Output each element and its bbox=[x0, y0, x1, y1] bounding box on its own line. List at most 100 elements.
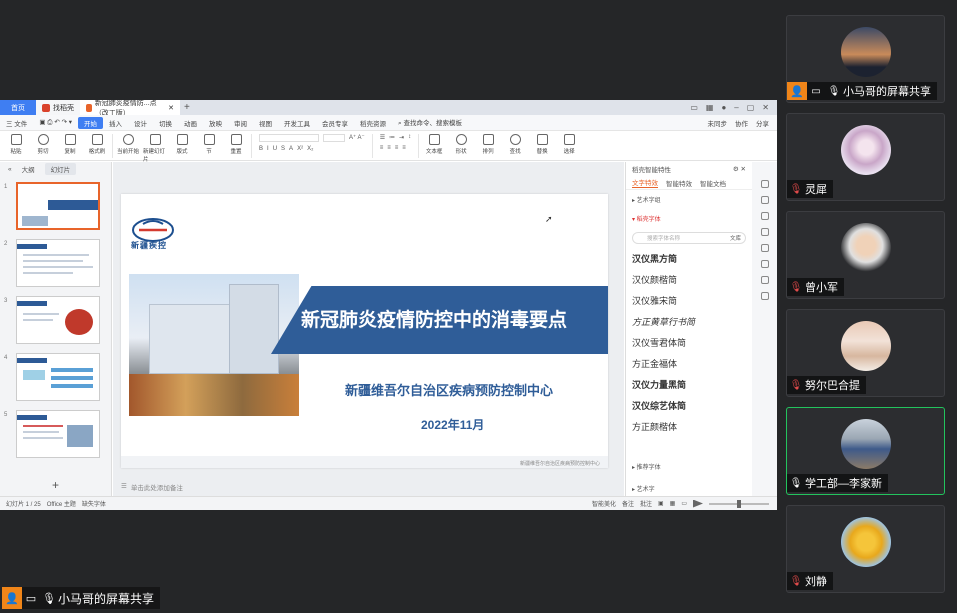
share-button[interactable]: 分享 bbox=[756, 118, 769, 128]
animation-icon[interactable] bbox=[760, 276, 769, 284]
tab-slides[interactable]: 幻灯片 bbox=[44, 163, 77, 175]
reset-button[interactable]: 重置 bbox=[224, 134, 248, 155]
menu-file[interactable]: 三 文件 bbox=[0, 118, 33, 128]
tab-smart-docs[interactable]: 智能文档 bbox=[700, 178, 726, 188]
slide-thumbnail[interactable]: 1 bbox=[4, 182, 108, 230]
grid-icon[interactable]: ▦ bbox=[706, 103, 714, 112]
shape-button[interactable]: 形状 bbox=[449, 134, 473, 155]
layout-button[interactable]: 版式 bbox=[170, 134, 194, 155]
arrange-button[interactable]: 排列 bbox=[476, 134, 500, 155]
zoom-slider[interactable] bbox=[709, 499, 769, 508]
minimize-icon[interactable]: – bbox=[734, 103, 738, 112]
add-slide-button[interactable]: + bbox=[52, 478, 59, 492]
participant-tile[interactable]: 🎙 曾小军 bbox=[786, 211, 945, 299]
participant-tile[interactable]: 👤 ▭ 🎙 小马哥的屏幕共享 bbox=[786, 15, 945, 103]
shared-screen[interactable]: 首页 找稻壳 新冠肺炎疫情防...点（改工版） ✕ + ▭ ▦ ● – ▢ ✕ 三… bbox=[0, 100, 777, 510]
numbering-icon[interactable]: ≔ bbox=[389, 134, 395, 141]
menu-home[interactable]: 开始 bbox=[78, 116, 104, 129]
participant-tile[interactable]: 🎙 灵犀 bbox=[786, 113, 945, 201]
font-item[interactable]: 汉仪力量黑简 bbox=[626, 374, 752, 395]
cut-button[interactable]: 剪切 bbox=[31, 134, 55, 155]
font-size-select[interactable] bbox=[323, 134, 345, 142]
participant-tile[interactable]: 🎙 努尔巴合提 bbox=[786, 309, 945, 397]
avatar-icon[interactable]: ● bbox=[721, 103, 726, 112]
panel-controls[interactable]: ⚙ ✕ bbox=[733, 165, 746, 173]
image-icon[interactable] bbox=[760, 212, 769, 220]
slide-thumbnail[interactable]: 3 bbox=[4, 296, 108, 344]
slide-thumbnail[interactable]: 2 bbox=[4, 239, 108, 287]
paste-button[interactable]: 粘贴 bbox=[4, 134, 28, 155]
sorter-view-icon[interactable]: ▦ bbox=[670, 500, 676, 507]
font-item[interactable]: 方正金福体 bbox=[626, 353, 752, 374]
font-item[interactable]: 汉仪黑方简 bbox=[626, 248, 752, 269]
missing-fonts[interactable]: 缺失字体 bbox=[82, 499, 106, 508]
participant-tile-speaking[interactable]: 🎙 学工部—李家新 bbox=[786, 407, 945, 495]
tab-text-effects[interactable]: 文字特效 bbox=[632, 177, 658, 188]
play-icon[interactable] bbox=[693, 499, 703, 508]
library-button[interactable]: 文库 bbox=[730, 234, 741, 242]
font-item[interactable]: 汉仪颜楷简 bbox=[626, 269, 752, 290]
participant-tile[interactable]: 🎙 刘静 bbox=[786, 505, 945, 593]
box-icon[interactable] bbox=[760, 292, 769, 300]
bullets-icon[interactable]: ☰ bbox=[380, 134, 385, 141]
menu-developer[interactable]: 开发工具 bbox=[278, 118, 316, 128]
menu-design[interactable]: 设计 bbox=[128, 118, 153, 128]
slide-thumbnail[interactable]: 4 bbox=[4, 353, 108, 401]
slide-canvas[interactable]: 新疆疾控 新冠肺炎疫情防控中的消毒要点 新疆维吾尔自治区疾病预防控制中心 202… bbox=[113, 162, 624, 496]
indent-icon[interactable]: ⇥ bbox=[399, 134, 404, 141]
smart-icon[interactable] bbox=[760, 260, 769, 268]
replace-button[interactable]: 替换 bbox=[530, 134, 554, 155]
font-grow-icon[interactable]: A⁺ A⁻ bbox=[349, 134, 365, 142]
align-right-icon[interactable]: ≡ bbox=[395, 145, 399, 151]
find-button[interactable]: 查找 bbox=[503, 134, 527, 155]
slide-thumbnail[interactable]: 5 bbox=[4, 410, 108, 458]
bold-icon[interactable]: B bbox=[259, 146, 263, 152]
font-search-input[interactable]: 搜索字体名称 文库 bbox=[632, 232, 746, 244]
line-spacing-icon[interactable]: ↕ bbox=[408, 134, 411, 141]
italic-icon[interactable]: I bbox=[267, 146, 269, 152]
menu-member[interactable]: 会员专享 bbox=[316, 118, 354, 128]
properties-icon[interactable] bbox=[760, 180, 769, 188]
comments-button[interactable]: 批注 bbox=[640, 499, 652, 508]
section-recommended-fonts[interactable]: ▸ 推荐字体 bbox=[632, 462, 661, 471]
menu-animation[interactable]: 动画 bbox=[178, 118, 203, 128]
font-family-select[interactable] bbox=[259, 134, 319, 142]
tab-smart-effects[interactable]: 智能特效 bbox=[666, 178, 692, 188]
tab-outline[interactable]: 大纲 bbox=[22, 164, 35, 174]
tab-document[interactable]: 新冠肺炎疫情防...点（改工版） ✕ bbox=[80, 100, 180, 117]
close-window-icon[interactable]: ✕ bbox=[762, 103, 769, 112]
font-item[interactable]: 汉仪雅宋简 bbox=[626, 290, 752, 311]
notes-button[interactable]: 备注 bbox=[622, 499, 634, 508]
new-slide-button[interactable]: 新建幻灯片 bbox=[143, 134, 167, 163]
menu-review[interactable]: 审阅 bbox=[228, 118, 253, 128]
menu-insert[interactable]: 插入 bbox=[103, 118, 128, 128]
quick-access[interactable]: ▣ ⎙ ↶ ↷ ▾ bbox=[33, 118, 78, 127]
align-center-icon[interactable]: ≡ bbox=[387, 145, 391, 151]
play-from-current-button[interactable]: 当前开始 bbox=[116, 134, 140, 155]
font-item[interactable]: 汉仪雪君体简 bbox=[626, 332, 752, 353]
subscript-icon[interactable]: X₂ bbox=[307, 146, 313, 152]
section-button[interactable]: 节 bbox=[197, 134, 221, 155]
copy-button[interactable]: 复制 bbox=[58, 134, 82, 155]
section-docer-fonts[interactable]: ▾ 稻壳字体 bbox=[626, 209, 752, 228]
menu-view[interactable]: 视图 bbox=[253, 118, 278, 128]
strike-icon[interactable]: S bbox=[281, 146, 285, 152]
font-color-icon[interactable]: A bbox=[289, 146, 293, 152]
normal-view-icon[interactable]: ▣ bbox=[658, 500, 664, 507]
collapse-icon[interactable]: « bbox=[8, 166, 12, 173]
notes-area[interactable]: ☰ 单击此处添加备注 bbox=[113, 482, 183, 492]
maximize-icon[interactable]: ▢ bbox=[747, 103, 755, 112]
menu-slideshow[interactable]: 放映 bbox=[203, 118, 228, 128]
collab-button[interactable]: 协作 bbox=[735, 118, 748, 128]
smart-beautify-button[interactable]: 智能美化 bbox=[592, 499, 616, 508]
menu-docer[interactable]: 稻壳资源 bbox=[354, 118, 392, 128]
format-painter-button[interactable]: 格式刷 bbox=[85, 134, 109, 155]
underline-icon[interactable]: U bbox=[273, 146, 277, 152]
select-button[interactable]: 选择 bbox=[557, 134, 581, 155]
new-tab-button[interactable]: + bbox=[180, 102, 194, 113]
layout-icon[interactable]: ▭ bbox=[690, 103, 698, 112]
section-art-words[interactable]: ▸ 艺术字 bbox=[632, 484, 655, 493]
justify-icon[interactable]: ≡ bbox=[402, 145, 406, 151]
menu-search[interactable]: ⌕ 查找命令、搜索模板 bbox=[392, 117, 468, 128]
sync-status[interactable]: 未同步 bbox=[708, 118, 728, 128]
